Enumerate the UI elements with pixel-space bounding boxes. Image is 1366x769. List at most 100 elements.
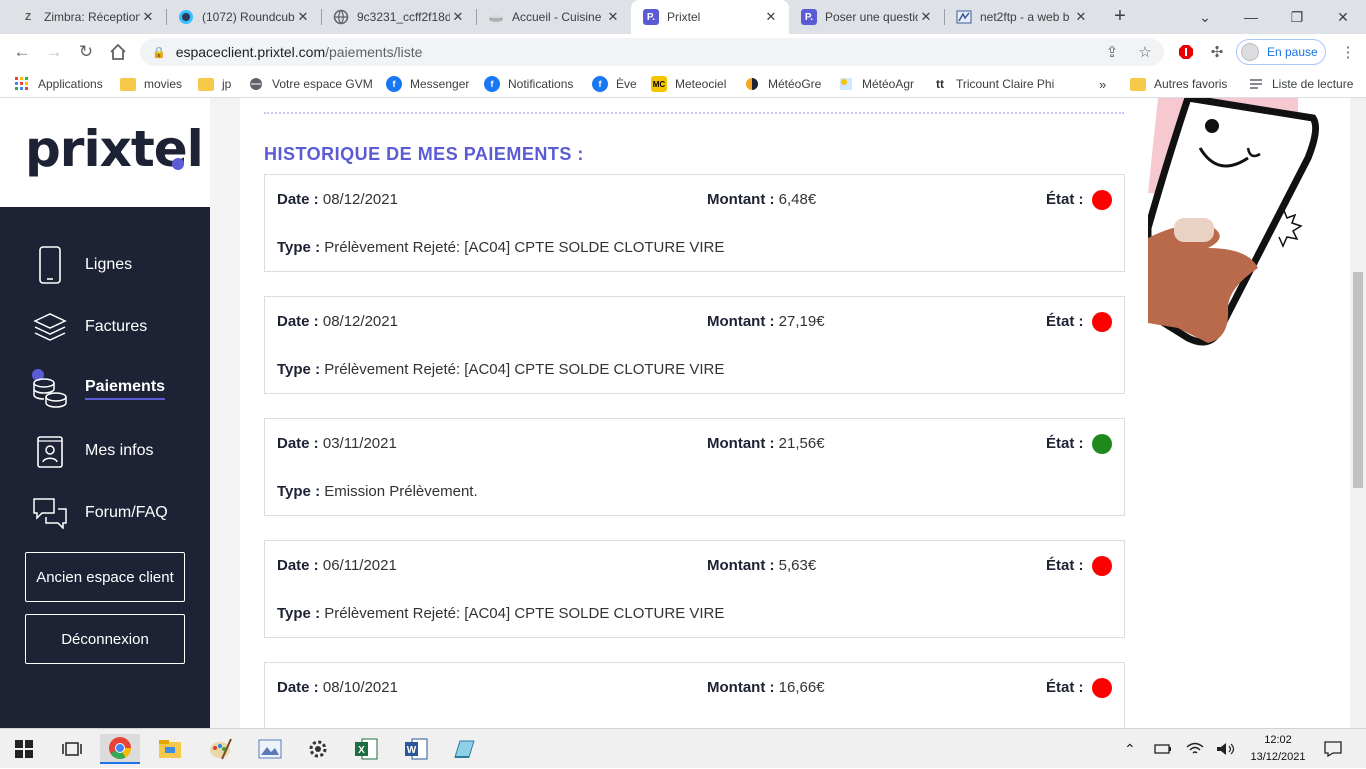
bookmark-movies[interactable]: movies <box>120 70 182 98</box>
amount-value: 6,48€ <box>778 191 817 208</box>
word-icon[interactable]: W <box>396 734 436 764</box>
home-button[interactable] <box>104 38 132 66</box>
close-icon[interactable]: ✕ <box>605 9 621 25</box>
globe-icon <box>333 9 349 25</box>
status-dot <box>1092 312 1112 332</box>
cuisine-icon <box>488 9 504 25</box>
tab-search-icon[interactable]: ⌄ <box>1182 0 1228 34</box>
tab-title: Accueil - Cuisine <box>512 10 602 24</box>
main-content: HISTORIQUE DE MES PAIEMENTS : Date : 08/… <box>240 98 1148 728</box>
new-tab-button[interactable]: + <box>1108 5 1132 29</box>
tab-zimbra[interactable]: Z Zimbra: Réception ✕ <box>8 0 166 34</box>
bookmark-star-icon[interactable]: ☆ <box>1133 38 1157 66</box>
sidebar-item-forum[interactable]: Forum/FAQ <box>30 493 168 533</box>
bookmark-tricount[interactable]: tt Tricount Claire Phi <box>932 70 1054 98</box>
show-hidden-icons-icon[interactable]: ⌃ <box>1124 729 1136 769</box>
bookmark-jp[interactable]: jp <box>198 70 231 98</box>
chrome-taskbar-icon[interactable] <box>100 734 140 764</box>
reload-button[interactable]: ↻ <box>72 38 100 66</box>
close-icon[interactable]: ✕ <box>763 9 779 25</box>
bookmark-label: Liste de lecture <box>1272 77 1354 91</box>
close-icon[interactable]: ✕ <box>918 9 934 25</box>
bookmark-meteociel[interactable]: MC Meteociel <box>651 70 726 98</box>
tab-9c3231[interactable]: 9c3231_ccff2f18d ✕ <box>321 0 476 34</box>
volume-icon[interactable] <box>1216 729 1236 769</box>
settings-gear-icon[interactable] <box>298 734 338 764</box>
apps-grid-icon <box>14 76 30 92</box>
address-bar[interactable]: 🔒 espaceclient.prixtel.com/paiements/lis… <box>140 38 1164 66</box>
tab-net2ftp[interactable]: net2ftp - a web b ✕ <box>944 0 1099 34</box>
forward-button[interactable]: → <box>40 38 68 66</box>
payment-state: État : <box>1046 557 1084 574</box>
bookmark-gvm[interactable]: Votre espace GVM <box>248 70 373 98</box>
payment-date: Date : 08/12/2021 <box>277 191 398 208</box>
sidebar-item-label: Lignes <box>85 256 133 273</box>
url-path: /paiements/liste <box>325 44 423 60</box>
payment-date: Date : 03/11/2021 <box>277 435 397 452</box>
wifi-icon[interactable] <box>1186 729 1204 769</box>
bookmarks-overflow-icon[interactable]: » <box>1099 70 1106 98</box>
adblock-icon[interactable] <box>1174 38 1198 66</box>
close-icon[interactable]: ✕ <box>450 9 466 25</box>
type-value: Prélèvement Rejeté: [AC04] CPTE SOLDE CL… <box>324 239 725 256</box>
payment-state: État : <box>1046 191 1084 208</box>
back-button[interactable]: ← <box>8 38 36 66</box>
extensions-icon[interactable]: ✣ <box>1205 38 1229 66</box>
close-icon[interactable]: ✕ <box>140 9 156 25</box>
amount-label: Montant : <box>707 679 775 696</box>
notebook-app-icon[interactable] <box>444 734 484 764</box>
share-icon[interactable]: ⇪ <box>1100 38 1124 66</box>
tab-roundcube[interactable]: (1072) Roundcube ✕ <box>166 0 321 34</box>
system-clock[interactable]: 12:02 13/12/2021 <box>1246 732 1310 766</box>
windows-start-icon[interactable] <box>4 734 44 764</box>
phone-illustration <box>1144 98 1350 728</box>
bookmark-meteoagr[interactable]: MétéoAgr <box>838 70 914 98</box>
task-view-icon[interactable] <box>52 734 92 764</box>
bookmark-other[interactable]: Autres favoris <box>1130 70 1227 98</box>
state-label: État : <box>1046 679 1084 696</box>
excel-icon[interactable]: X <box>346 734 386 764</box>
payment-state: État : <box>1046 435 1084 452</box>
bookmark-meteogre[interactable]: MétéoGre <box>744 70 821 98</box>
battery-icon[interactable] <box>1154 729 1174 769</box>
stack-icon <box>30 307 70 347</box>
image-viewer-icon[interactable] <box>250 734 290 764</box>
tab-cuisine[interactable]: Accueil - Cuisine ✕ <box>476 0 631 34</box>
restore-button[interactable]: ❐ <box>1274 0 1320 34</box>
tab-poser-question[interactable]: P. Poser une questio ✕ <box>789 0 944 34</box>
bookmark-eve[interactable]: f Ève <box>592 70 637 98</box>
reading-list[interactable]: Liste de lecture <box>1248 70 1353 98</box>
notification-center-icon[interactable] <box>1324 729 1342 769</box>
contact-card-icon <box>30 431 70 471</box>
bookmark-messenger[interactable]: f Messenger <box>386 70 469 98</box>
sidebar-item-factures[interactable]: Factures <box>30 307 147 347</box>
sidebar-item-paiements[interactable]: Paiements <box>30 369 166 409</box>
paint-icon[interactable] <box>200 734 240 764</box>
facebook-icon: f <box>484 76 500 92</box>
minimize-button[interactable]: — <box>1228 0 1274 34</box>
close-icon[interactable]: ✕ <box>295 9 311 25</box>
sidebar-item-lignes[interactable]: Lignes <box>30 245 132 285</box>
type-value: Prélèvement Rejeté: [AC04] CPTE SOLDE CL… <box>324 605 725 622</box>
old-client-space-button[interactable]: Ancien espace client <box>25 552 185 602</box>
scrollbar-thumb[interactable] <box>1353 272 1363 488</box>
date-value: 08/10/2021 <box>322 679 398 696</box>
page-scrollbar[interactable] <box>1350 98 1366 728</box>
lock-icon: 🔒 <box>152 46 166 59</box>
bookmark-notifications[interactable]: f Notifications <box>484 70 573 98</box>
sidebar-item-mes-infos[interactable]: Mes infos <box>30 431 153 471</box>
file-explorer-icon[interactable] <box>150 734 190 764</box>
close-window-button[interactable]: ✕ <box>1320 0 1366 34</box>
menu-icon[interactable]: ⋮ <box>1336 38 1360 66</box>
amount-value: 16,66€ <box>778 679 825 696</box>
profile-button[interactable]: En pause <box>1236 39 1326 65</box>
logout-button[interactable]: Déconnexion <box>25 614 185 664</box>
date-label: Date : <box>277 557 319 574</box>
tab-title: net2ftp - a web b <box>980 10 1070 24</box>
bookmark-applications[interactable]: Applications <box>14 70 103 98</box>
dotted-divider <box>264 112 1124 114</box>
tab-prixtel[interactable]: P. Prixtel ✕ <box>631 0 789 34</box>
date-label: Date : <box>277 191 319 208</box>
bookmark-label: MétéoAgr <box>862 77 915 91</box>
close-icon[interactable]: ✕ <box>1073 9 1089 25</box>
